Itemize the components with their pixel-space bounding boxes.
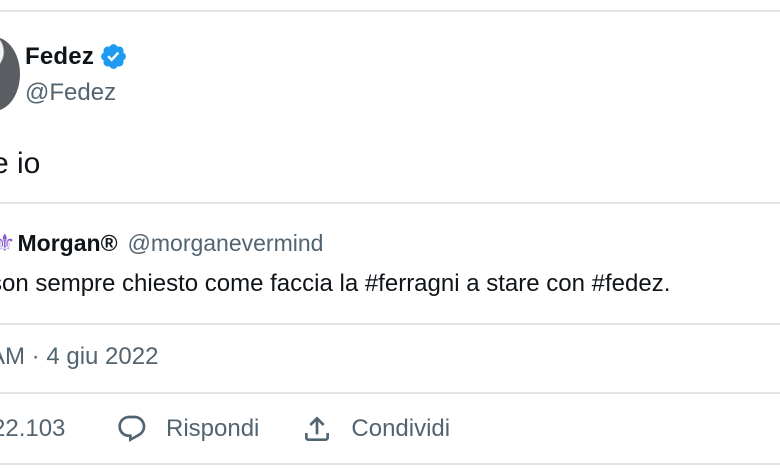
fleur-de-lis-icon: ⚜	[0, 229, 16, 257]
action-bar: 22.103 Rispondi Condividi	[0, 413, 450, 445]
share-label: Condividi	[351, 415, 451, 442]
share-icon	[305, 416, 330, 441]
quoted-author-name[interactable]: Morgan®	[18, 230, 118, 257]
quoted-tweet-header[interactable]: ⚜ Morgan® @morganevermind	[0, 229, 323, 257]
top-divider	[0, 10, 780, 12]
verified-badge-icon	[101, 44, 126, 69]
share-button[interactable]: Condividi	[301, 413, 450, 445]
quote-divider	[0, 202, 780, 204]
interaction-count[interactable]: 22.103	[0, 415, 116, 443]
author-handle[interactable]: @Fedez	[25, 79, 116, 107]
reply-button[interactable]: Rispondi	[116, 413, 259, 445]
actions-divider	[0, 392, 780, 394]
quoted-tweet-text[interactable]: son sempre chiesto come faccia la #ferra…	[0, 270, 670, 298]
reply-label: Rispondi	[166, 415, 260, 442]
reply-icon	[118, 415, 146, 442]
author-name-row[interactable]: Fedez	[25, 42, 128, 71]
tweet-timestamp[interactable]: AM · 4 giu 2022	[0, 343, 158, 371]
meta-divider	[0, 323, 780, 325]
bottom-divider	[0, 463, 780, 465]
quoted-author-handle[interactable]: @morganevermind	[128, 230, 324, 257]
tweet-text: e io	[0, 147, 41, 180]
avatar[interactable]	[0, 37, 20, 111]
author-name[interactable]: Fedez	[25, 43, 94, 71]
